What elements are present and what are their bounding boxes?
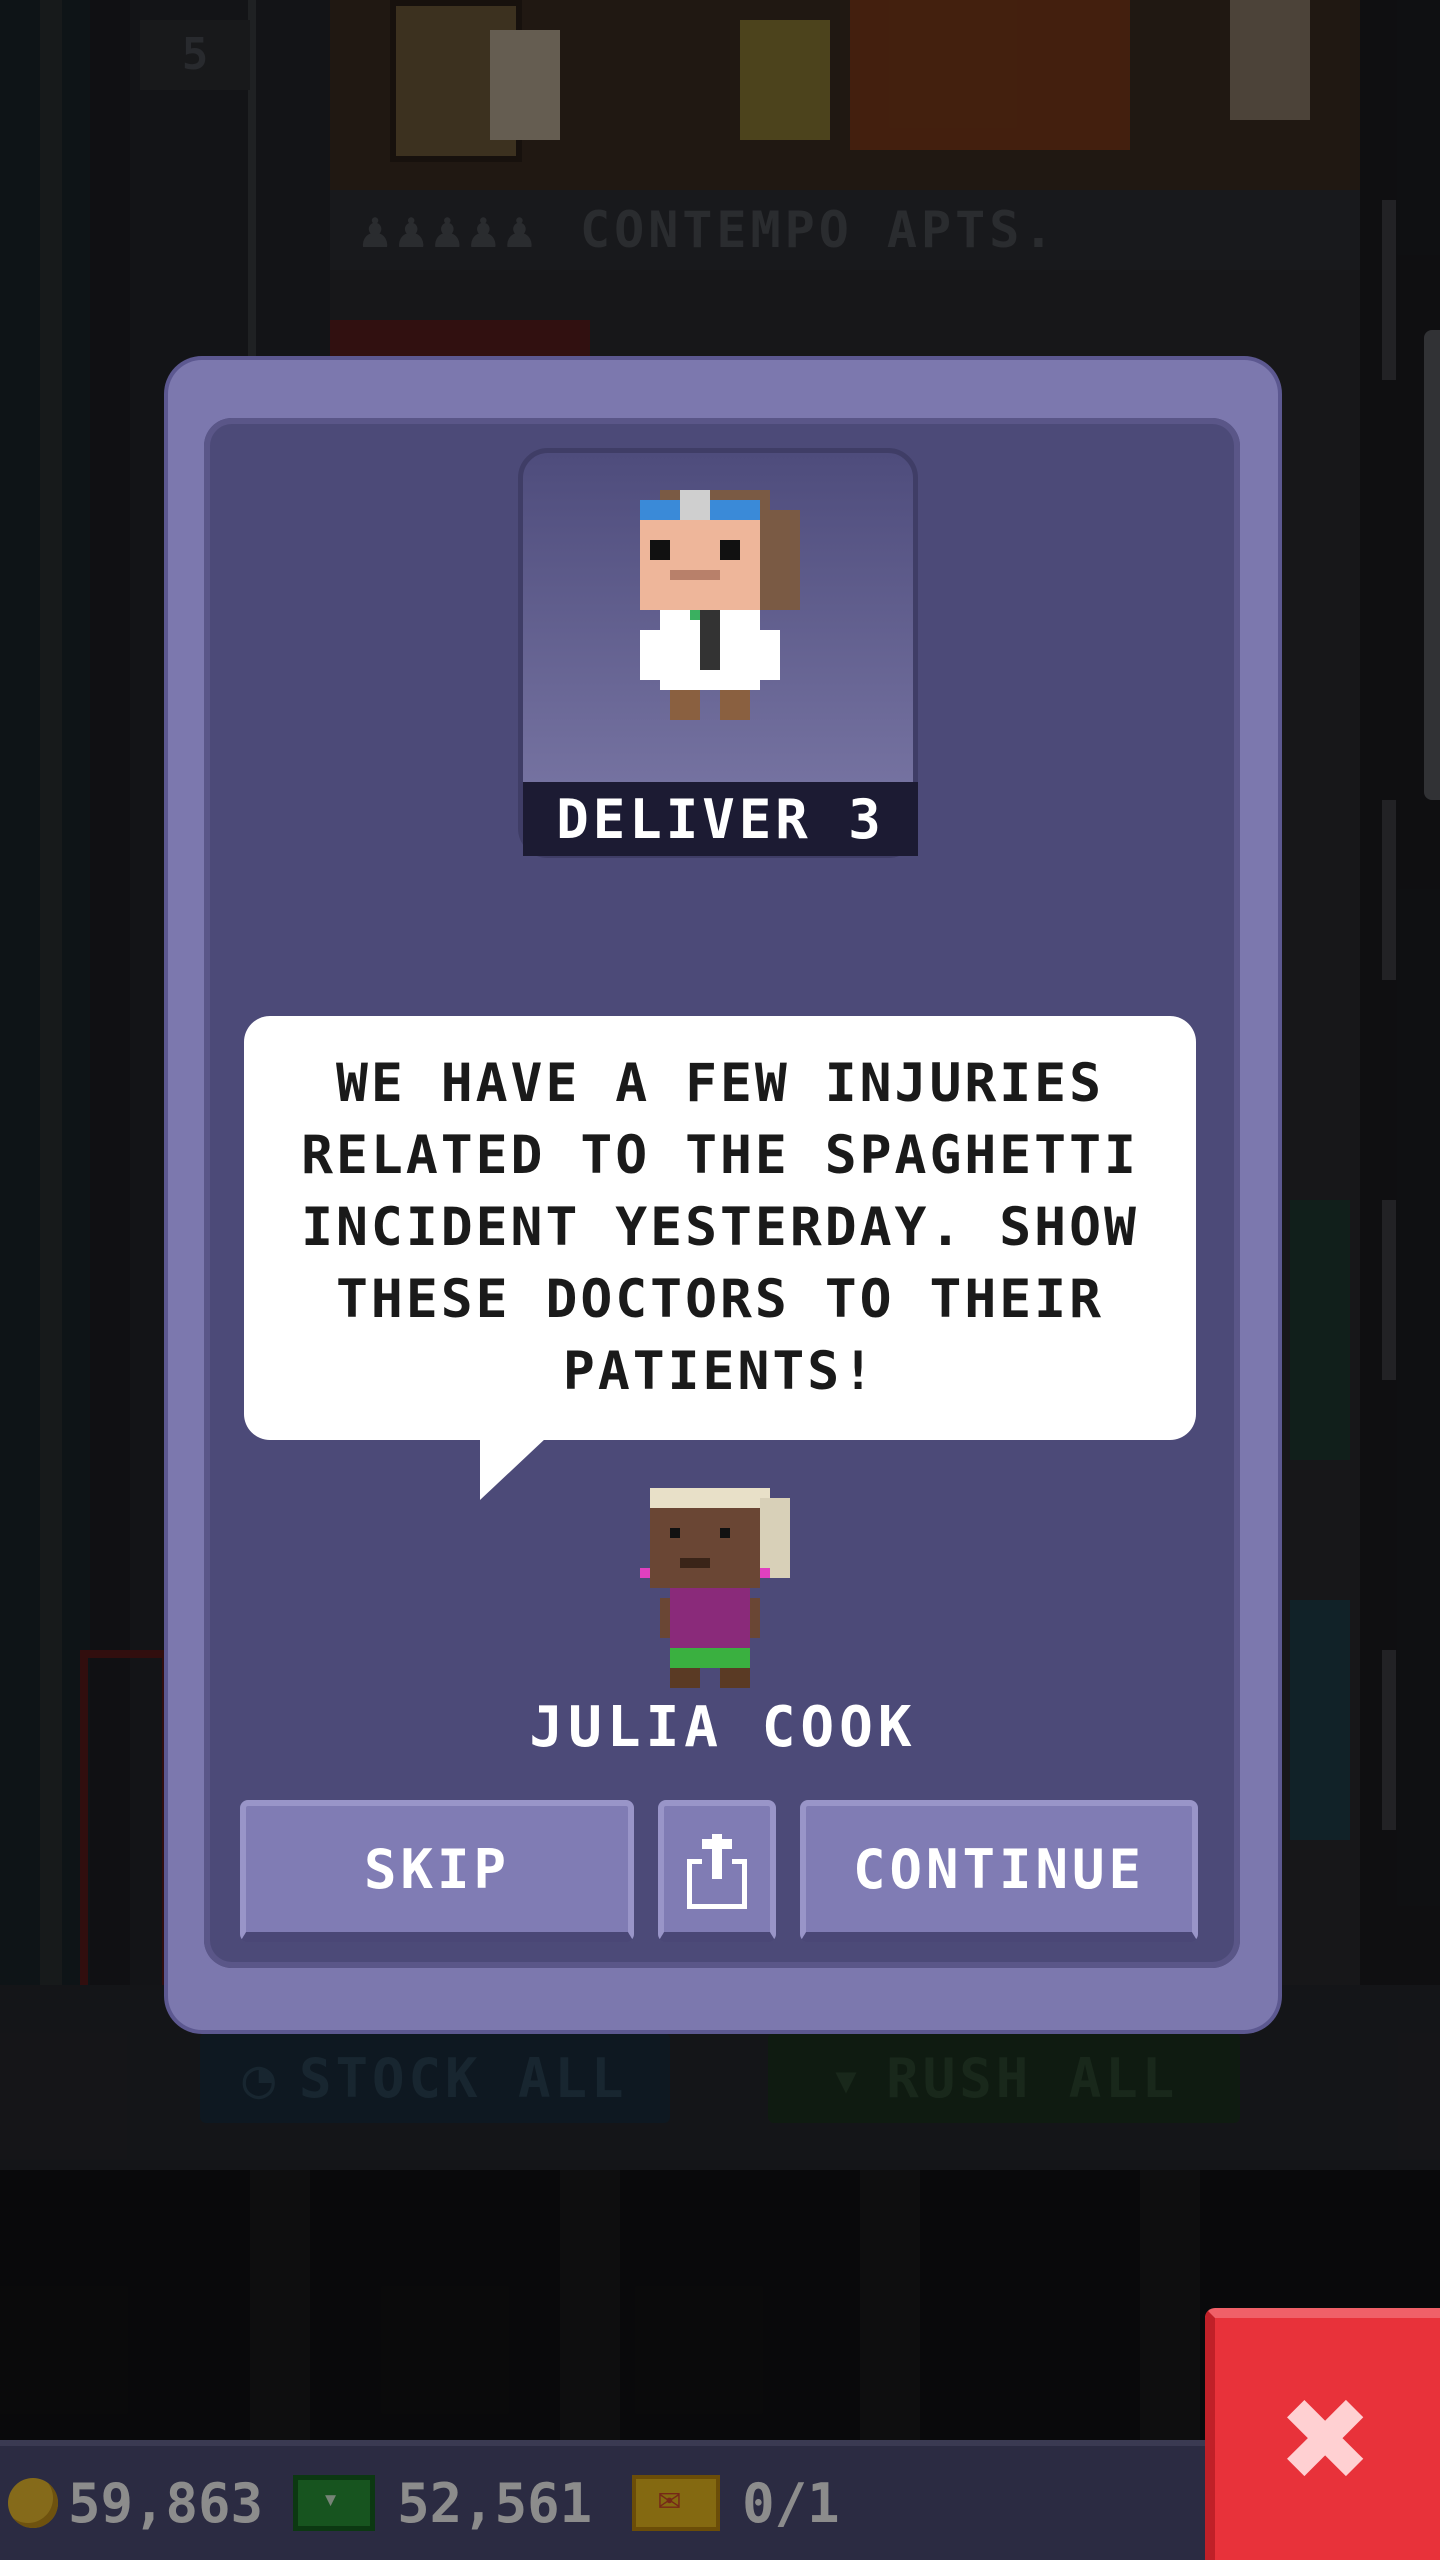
share-icon xyxy=(687,1834,747,1909)
continue-button[interactable]: CONTINUE xyxy=(800,1800,1198,1942)
doctor-sprite xyxy=(640,490,800,720)
speech-bubble: WE HAVE A FEW INJURIES RELATED TO THE SP… xyxy=(244,1016,1196,1440)
close-button[interactable]: ✖ xyxy=(1205,2308,1440,2560)
skip-button[interactable]: SKIP xyxy=(240,1800,634,1942)
speech-bubble-tail xyxy=(480,1438,546,1500)
continue-label: CONTINUE xyxy=(852,1837,1146,1901)
close-icon: ✖ xyxy=(1282,2352,1373,2526)
speaker-sprite xyxy=(640,1488,790,1688)
share-button[interactable] xyxy=(658,1800,776,1942)
dialog-message: WE HAVE A FEW INJURIES RELATED TO THE SP… xyxy=(301,1053,1139,1402)
skip-label: SKIP xyxy=(363,1837,511,1901)
speaker-name: JULIA COOK xyxy=(529,1695,917,1760)
task-label: DELIVER 3 xyxy=(523,782,918,856)
